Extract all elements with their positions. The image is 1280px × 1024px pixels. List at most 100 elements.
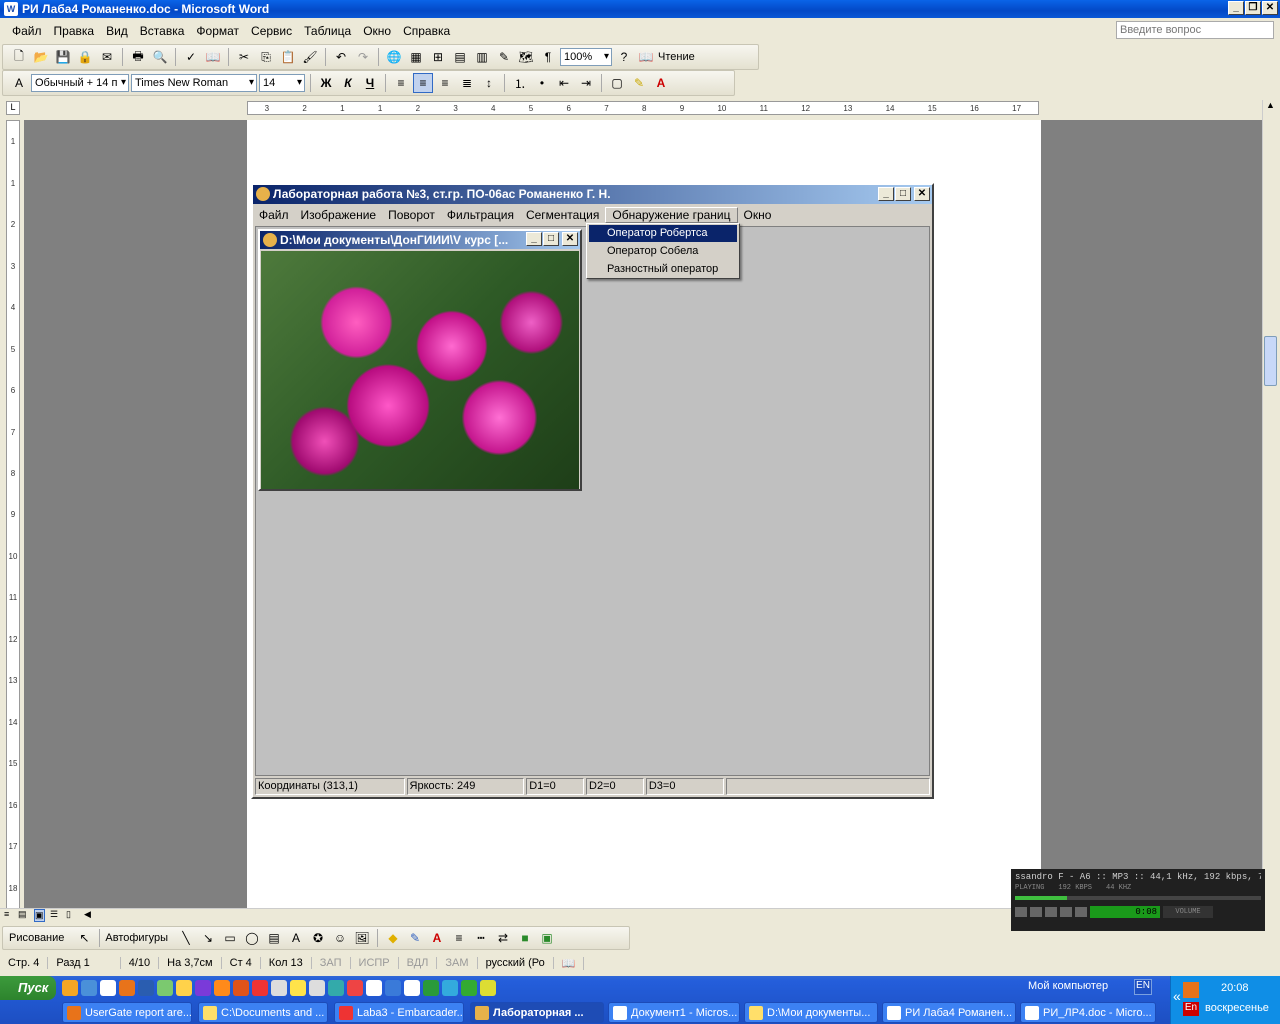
font-color-icon[interactable]: A (651, 73, 671, 93)
tray-expand-icon[interactable]: « (1173, 988, 1181, 1004)
start-button[interactable]: Пуск (0, 976, 56, 1000)
close-button[interactable]: ✕ (1262, 1, 1278, 15)
spelling-icon[interactable]: ✓ (181, 47, 201, 67)
select-objects-icon[interactable]: ↖ (74, 928, 94, 948)
app-icon-8[interactable] (328, 980, 344, 996)
clock-time[interactable]: 20:08 (1221, 982, 1249, 994)
print-preview-icon[interactable]: 🔍 (150, 47, 170, 67)
app-icon-3[interactable] (195, 980, 211, 996)
underline-button[interactable]: Ч (360, 73, 380, 93)
my-computer-label[interactable]: Мой компьютер (1028, 980, 1108, 992)
font-size-select[interactable]: 14 (259, 74, 305, 92)
pause-icon[interactable] (1045, 907, 1057, 917)
undo-icon[interactable]: ↶ (331, 47, 351, 67)
line-spacing-icon[interactable]: ↕ (479, 73, 499, 93)
volume-slider[interactable]: VOLUME (1163, 906, 1213, 918)
wordart-icon[interactable]: A (286, 928, 306, 948)
app-icon-7[interactable] (290, 980, 306, 996)
restore-button[interactable]: ❐ (1245, 1, 1261, 15)
app-menu-edge-detection[interactable]: Обнаружение границ (605, 207, 738, 223)
status-rec[interactable]: ЗАП (312, 957, 351, 969)
app-menu-segmentation[interactable]: Сегментация (520, 208, 605, 222)
firefox-icon[interactable] (119, 980, 135, 996)
cut-icon[interactable]: ✂ (234, 47, 254, 67)
status-ovr[interactable]: ЗАМ (437, 957, 478, 969)
tables-borders-icon[interactable]: ▦ (406, 47, 426, 67)
app-maximize-button[interactable]: □ (895, 187, 911, 201)
print-view-icon[interactable]: ▣ (34, 909, 45, 922)
draw-font-color-icon[interactable]: A (427, 928, 447, 948)
align-right-icon[interactable]: ≡ (435, 73, 455, 93)
app-icon-10[interactable] (385, 980, 401, 996)
format-painter-icon[interactable]: 🖌 (300, 47, 320, 67)
app-icon-13[interactable] (480, 980, 496, 996)
app-icon-4[interactable] (214, 980, 230, 996)
paste-icon[interactable]: 📋 (278, 47, 298, 67)
email-icon[interactable]: ✉ (97, 47, 117, 67)
style-select[interactable]: Обычный + 14 п (31, 74, 129, 92)
italic-button[interactable]: К (338, 73, 358, 93)
picture-icon[interactable]: 🖼 (352, 928, 372, 948)
arrow-icon[interactable]: ↘ (198, 928, 218, 948)
open-icon[interactable]: 📂 (31, 47, 51, 67)
vertical-ruler[interactable]: 1 1 2 3 4 5 6 7 8 9 10 11 12 13 14 15 16… (6, 120, 20, 910)
justify-icon[interactable]: ≣ (457, 73, 477, 93)
ie-icon[interactable] (62, 980, 78, 996)
document-map-icon[interactable]: 🗺 (516, 47, 536, 67)
highlight-icon[interactable]: ✎ (629, 73, 649, 93)
word-ql-icon[interactable] (404, 980, 420, 996)
menu-edit[interactable]: Правка (48, 24, 101, 38)
app-close-button[interactable]: ✕ (914, 187, 930, 201)
reading-icon[interactable]: 📖 (636, 47, 656, 67)
autoshapes-menu[interactable]: Автофигуры (105, 932, 174, 944)
scroll-thumb[interactable] (1264, 336, 1277, 386)
task-ri-lr4[interactable]: РИ_ЛР4.doc - Micro... (1020, 1002, 1156, 1023)
disk-icon[interactable] (138, 980, 154, 996)
permission-icon[interactable]: 🔒 (75, 47, 95, 67)
app-minimize-button[interactable]: _ (878, 187, 894, 201)
stop-icon[interactable] (1060, 907, 1072, 917)
child-close-button[interactable]: ✕ (562, 232, 578, 246)
app-menu-rotate[interactable]: Поворот (382, 208, 441, 222)
copy-icon[interactable]: ⎘ (256, 47, 276, 67)
textbox-icon[interactable]: ▤ (264, 928, 284, 948)
spellcheck-status-icon[interactable]: 📖 (554, 956, 585, 970)
ask-question-input[interactable]: Введите вопрос (1116, 21, 1274, 39)
insert-table-icon[interactable]: ⊞ (428, 47, 448, 67)
app-icon-6[interactable] (271, 980, 287, 996)
prev-icon[interactable] (1015, 907, 1027, 917)
task-document1[interactable]: Документ1 - Micros... (608, 1002, 740, 1023)
bold-button[interactable]: Ж (316, 73, 336, 93)
delphi-icon[interactable] (366, 980, 382, 996)
normal-view-icon[interactable]: ≡ (4, 909, 9, 919)
media-icon[interactable] (100, 980, 116, 996)
dash-style-icon[interactable]: ┅ (471, 928, 491, 948)
menu-view[interactable]: Вид (100, 24, 134, 38)
styles-icon[interactable]: A (9, 73, 29, 93)
opera-icon[interactable] (252, 980, 268, 996)
3d-icon[interactable]: ▣ (537, 928, 557, 948)
app-icon-2[interactable] (176, 980, 192, 996)
menu-tools[interactable]: Сервис (245, 24, 298, 38)
menu-help[interactable]: Справка (397, 24, 456, 38)
show-formatting-icon[interactable]: ¶ (538, 47, 558, 67)
align-center-icon[interactable]: ≡ (413, 73, 433, 93)
winamp-tray-icon[interactable] (1183, 982, 1199, 998)
web-view-icon[interactable]: ▤ (18, 909, 27, 920)
task-lab-app[interactable]: Лабораторная ... (470, 1002, 604, 1023)
numbering-icon[interactable]: ⒈ (510, 73, 530, 93)
menu-item-difference[interactable]: Разностный оператор (589, 261, 737, 278)
scroll-left-icon[interactable]: ◀ (84, 909, 91, 920)
new-icon[interactable]: 🗋 (9, 47, 29, 67)
diagram-icon[interactable]: ✪ (308, 928, 328, 948)
reading-label[interactable]: Чтение (658, 51, 695, 63)
menu-format[interactable]: Формат (190, 24, 245, 38)
player-seekbar[interactable] (1015, 896, 1261, 900)
shadow-icon[interactable]: ■ (515, 928, 535, 948)
borders-icon[interactable]: ▢ (607, 73, 627, 93)
task-documents[interactable]: C:\Documents and ... (198, 1002, 328, 1023)
task-usergate[interactable]: UserGate report are... (62, 1002, 192, 1023)
line-icon[interactable]: ╲ (176, 928, 196, 948)
child-maximize-button[interactable]: □ (543, 232, 559, 246)
app-menu-image[interactable]: Изображение (295, 208, 383, 222)
